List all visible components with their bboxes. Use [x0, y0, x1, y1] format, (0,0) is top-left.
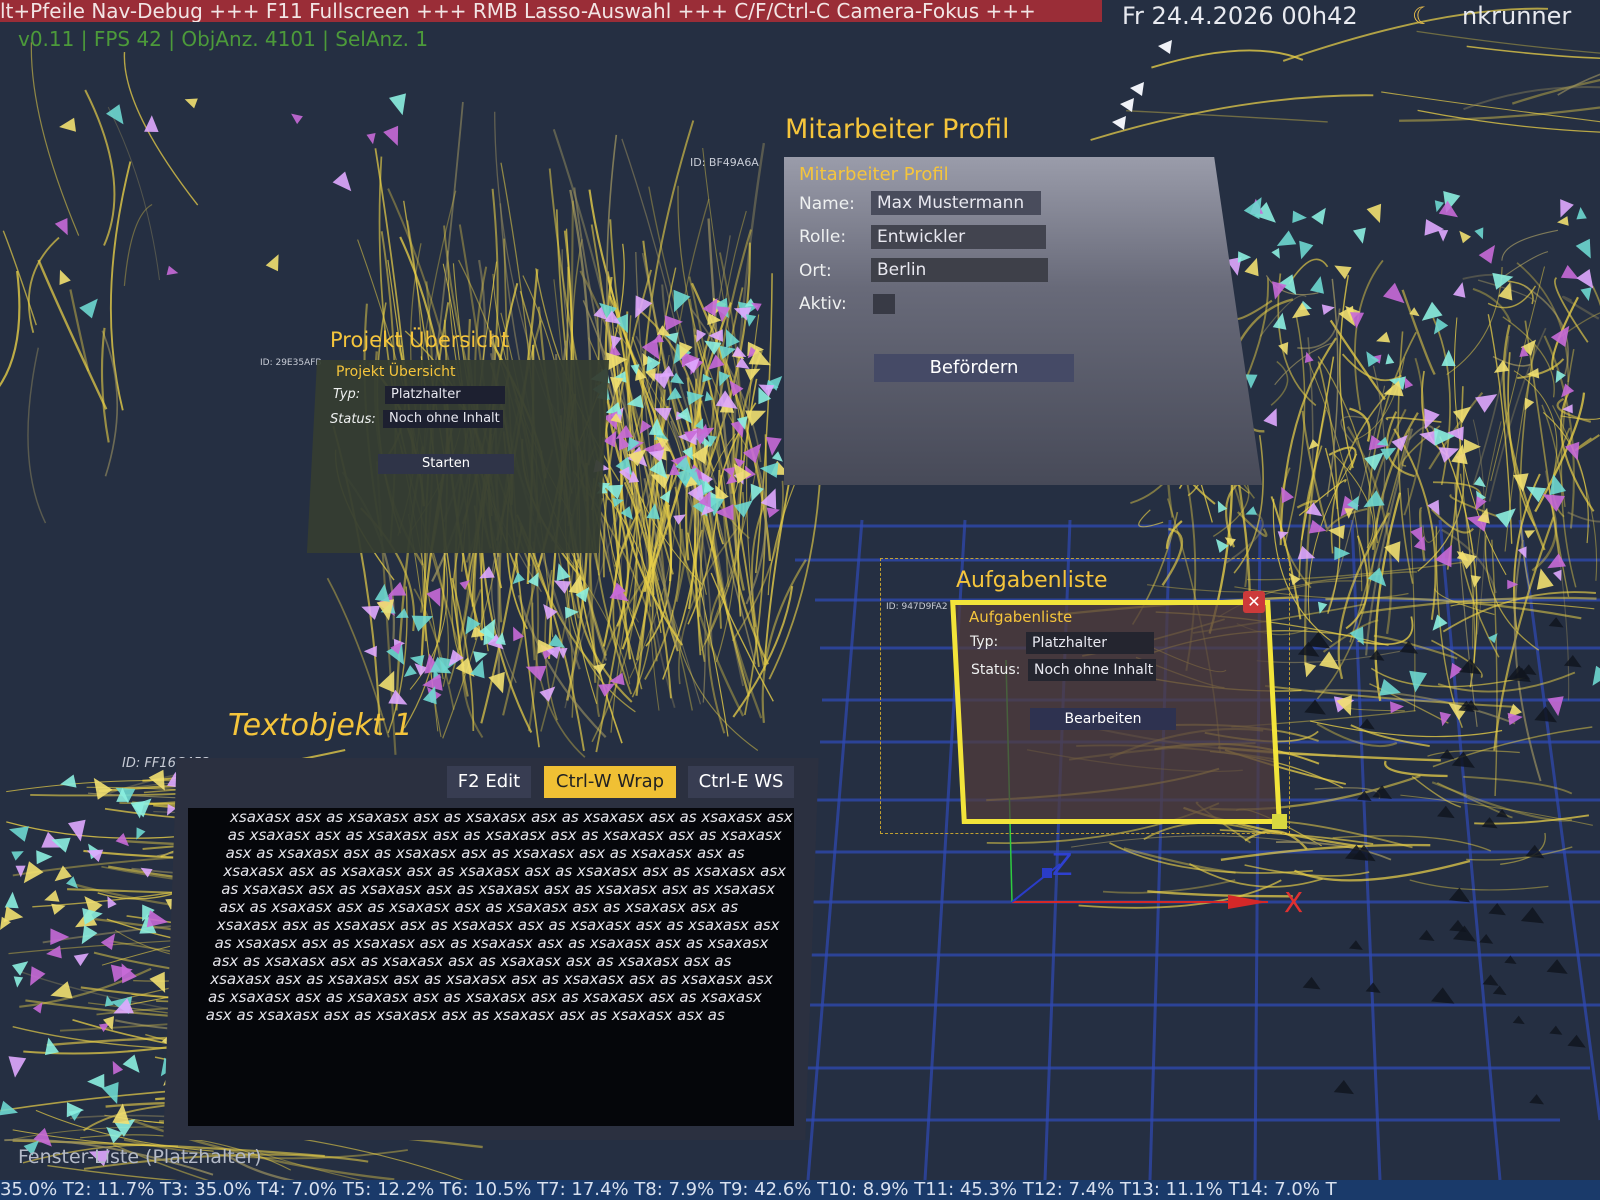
employee-active-checkbox[interactable]: [873, 294, 895, 314]
employee-window-id: ID: BF49A6A: [690, 156, 759, 169]
shortcut-ticker: lt+Pfeile Nav-Debug +++ F11 Fullscreen +…: [0, 0, 1102, 22]
promote-button[interactable]: Befördern: [874, 354, 1074, 382]
task-window-id: ID: 947D9FA2: [886, 602, 948, 612]
project-window-id: ID: 29E35AFB: [260, 358, 322, 368]
edit-mode-button[interactable]: F2 Edit: [447, 766, 531, 798]
moon-icon[interactable]: ☾: [1412, 2, 1434, 30]
task-header: Aufgabenliste: [969, 608, 1073, 626]
employee-place-field[interactable]: Berlin: [871, 258, 1048, 282]
text-line: as xsaxasx asx as xsaxasx asx as xsaxasx…: [227, 826, 782, 844]
employee-header: Mitarbeiter Profil: [799, 164, 949, 185]
employee-name-field[interactable]: Max Mustermann: [871, 191, 1041, 215]
z-axis-label: Z: [1052, 848, 1073, 883]
project-status-field[interactable]: Noch ohne Inhalt: [383, 410, 503, 428]
username: nkrunner: [1462, 2, 1572, 30]
employee-role-field[interactable]: Entwickler: [871, 225, 1046, 249]
employee-name-label: Name:: [799, 194, 855, 214]
thread-load-statusbar: 35.0% T2: 11.7% T3: 35.0% T4: 7.0% T5: 1…: [0, 1180, 1600, 1200]
text-line: asx as xsaxasx asx as xsaxasx asx as xsa…: [219, 898, 739, 916]
task-status-label: Status:: [971, 662, 1021, 678]
wrap-toggle-button[interactable]: Ctrl-W Wrap: [544, 766, 676, 798]
start-button[interactable]: Starten: [378, 454, 514, 474]
employee-role-label: Rolle:: [799, 227, 847, 247]
text-window-title[interactable]: Textobjekt 1: [228, 708, 413, 743]
project-header: Projekt Übersicht: [336, 364, 456, 380]
text-line: asx as xsaxasx asx as xsaxasx asx as xsa…: [212, 952, 732, 970]
project-type-label: Typ:: [333, 387, 361, 402]
debug-stats: v0.11 | FPS 42 | ObjAnz. 4101 | SelAnz. …: [18, 27, 429, 51]
text-line: as xsaxasx asx as xsaxasx asx as xsaxasx…: [208, 988, 762, 1006]
text-line: xsaxasx asx as xsaxasx asx as xsaxasx as…: [230, 808, 793, 826]
task-status-field[interactable]: Noch ohne Inhalt: [1028, 659, 1156, 681]
x-axis-label: X: [1284, 886, 1304, 919]
task-window-title[interactable]: Aufgabenliste: [956, 568, 1107, 593]
project-type-field[interactable]: Platzhalter: [385, 386, 505, 404]
z-axis-handle[interactable]: [1042, 868, 1052, 878]
whitespace-toggle-button[interactable]: Ctrl-E WS: [688, 766, 794, 798]
clock: Fr 24.4.2026 00h42: [1122, 2, 1358, 30]
employee-active-label: Aktiv:: [799, 294, 847, 314]
employee-place-label: Ort:: [799, 261, 832, 281]
project-status-label: Status:: [330, 412, 376, 427]
edit-button[interactable]: Bearbeiten: [1030, 708, 1176, 730]
resize-handle[interactable]: [1272, 814, 1287, 829]
task-type-field[interactable]: Platzhalter: [1026, 632, 1154, 654]
text-line: asx as xsaxasx asx as xsaxasx asx as xsa…: [205, 1006, 725, 1024]
employee-window-title[interactable]: Mitarbeiter Profil: [785, 114, 1010, 145]
task-type-label: Typ:: [970, 634, 999, 650]
text-line: xsaxasx asx as xsaxasx asx as xsaxasx as…: [223, 862, 787, 880]
text-line: xsaxasx asx as xsaxasx asx as xsaxasx as…: [216, 916, 780, 934]
text-line: as xsaxasx asx as xsaxasx asx as xsaxasx…: [214, 934, 769, 952]
window-list[interactable]: Fenster-Liste (Platzhalter): [18, 1146, 262, 1168]
text-line: as xsaxasx asx as xsaxasx asx as xsaxasx…: [221, 880, 775, 898]
project-window-title[interactable]: Projekt Übersicht: [330, 328, 509, 352]
text-line: asx as xsaxasx asx as xsaxasx asx as xsa…: [225, 844, 745, 862]
close-icon[interactable]: ✕: [1243, 591, 1265, 613]
text-line: xsaxasx asx as xsaxasx asx as xsaxasx as…: [210, 970, 773, 988]
